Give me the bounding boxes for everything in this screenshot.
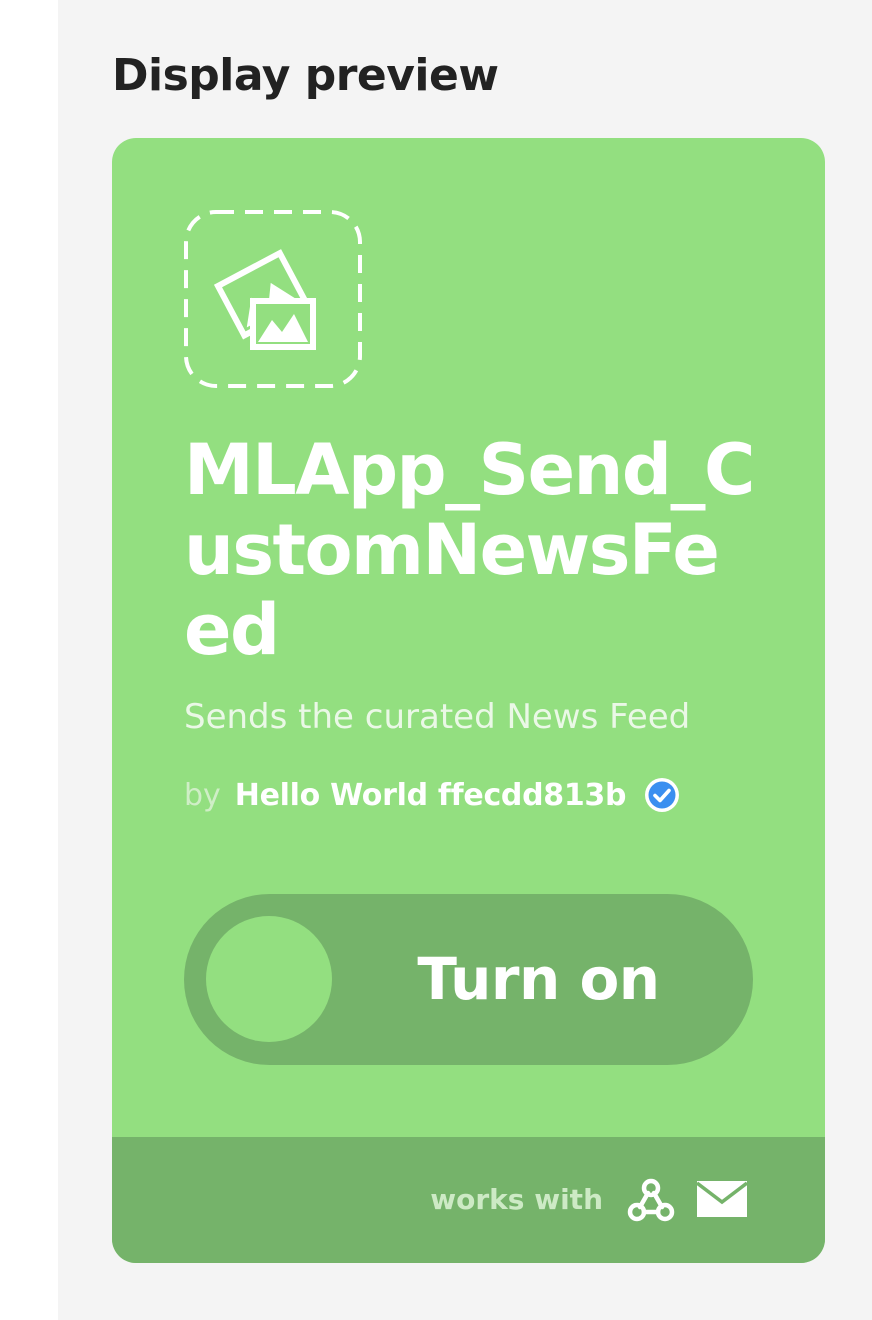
turn-on-toggle[interactable]: Turn on xyxy=(184,894,753,1065)
toggle-knob[interactable] xyxy=(206,916,332,1042)
applet-title: MLApp_Send_CustomNewsFeed xyxy=(184,429,755,671)
toggle-label[interactable]: Turn on xyxy=(344,894,733,1065)
section-title: Display preview xyxy=(112,50,499,101)
applet-card[interactable]: MLApp_Send_CustomNewsFeed Sends the cura… xyxy=(112,138,825,1263)
by-label: by xyxy=(184,777,221,813)
email-icon xyxy=(697,1181,747,1217)
applet-description: Sends the curated News Feed xyxy=(184,697,691,737)
card-footer: works with xyxy=(112,1137,825,1263)
webhooks-icon xyxy=(627,1178,675,1222)
author-name[interactable]: Hello World ffecdd813b xyxy=(235,778,627,813)
works-with-label: works with xyxy=(430,1183,603,1216)
verified-check-icon xyxy=(644,777,680,813)
author-row: by Hello World ffecdd813b xyxy=(184,774,680,816)
photos-placeholder-icon xyxy=(184,210,362,388)
